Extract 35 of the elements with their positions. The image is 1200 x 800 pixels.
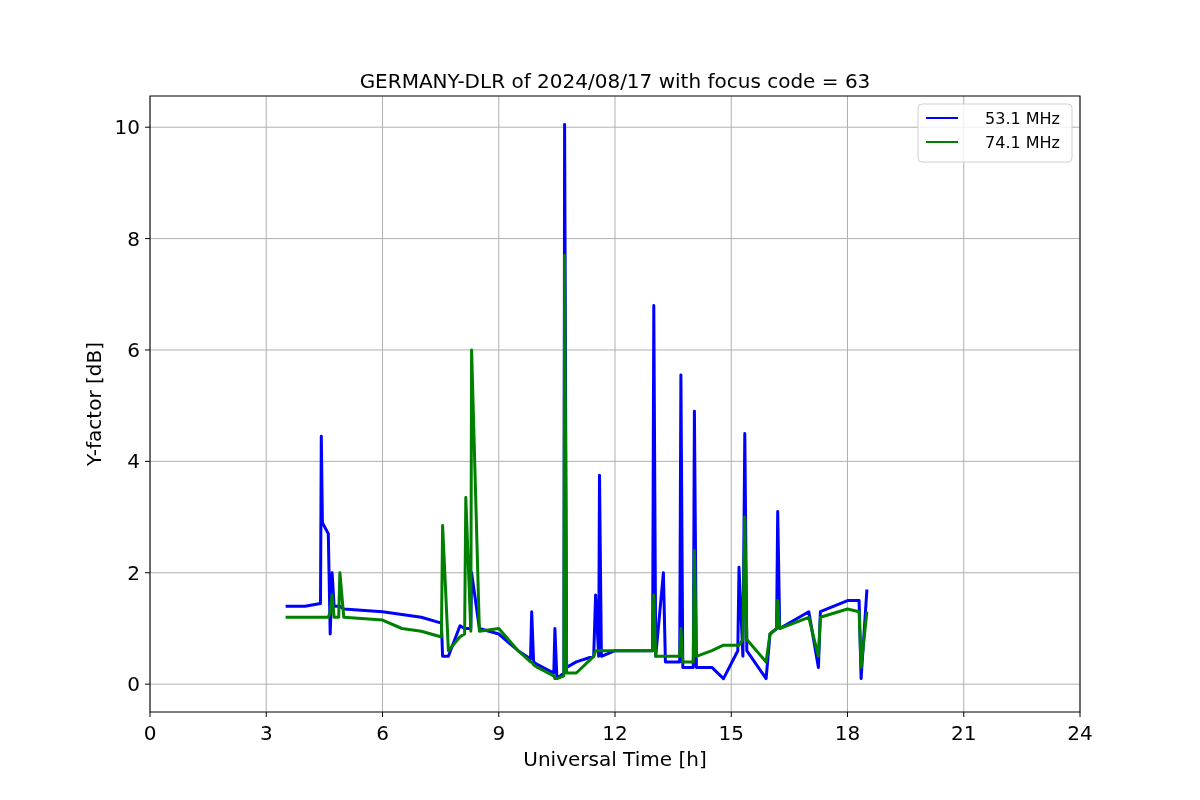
tick-mark [730, 711, 732, 718]
legend-label: 74.1 MHz [985, 133, 1060, 152]
tick-mark [382, 711, 383, 718]
y-tick-label: 4 [127, 449, 140, 474]
tick-mark [498, 711, 500, 718]
chart-title: GERMANY-DLR of 2024/08/17 with focus code = 63 [359, 69, 871, 93]
tick-mark [614, 711, 616, 718]
x-axis-label: Universal Time [h] [523, 747, 707, 771]
tick-mark [144, 349, 151, 351]
tick-mark [144, 126, 151, 128]
y-tick-label: 10 [114, 115, 140, 140]
x-tick-label: 24 [1067, 721, 1093, 745]
tick-mark [144, 460, 151, 462]
x-tick-label: 0 [143, 721, 157, 745]
tick-mark [144, 683, 151, 685]
tick-mark [847, 711, 848, 718]
x-tick-label: 3 [259, 721, 273, 745]
x-tick-label: 15 [718, 721, 744, 745]
tick-mark [144, 238, 151, 240]
tick-mark [265, 711, 267, 718]
tick-mark [1079, 711, 1081, 718]
y-tick-label: 8 [127, 226, 140, 251]
tick-mark [144, 572, 151, 574]
y-tick-label: 2 [127, 560, 140, 585]
y-tick-label: 6 [127, 337, 140, 362]
x-tick-label: 21 [951, 721, 977, 745]
x-tick-label: 9 [492, 721, 506, 745]
y-tick-label: 0 [127, 672, 140, 697]
x-tick-label: 12 [602, 721, 628, 745]
x-tick-label: 18 [834, 721, 861, 745]
legend-label: 53.1 MHz [985, 109, 1060, 128]
tick-mark [963, 711, 965, 718]
tick-mark [149, 711, 151, 718]
x-tick-label: 6 [376, 721, 389, 745]
y-axis-label: Y-factor [dB] [82, 342, 106, 466]
